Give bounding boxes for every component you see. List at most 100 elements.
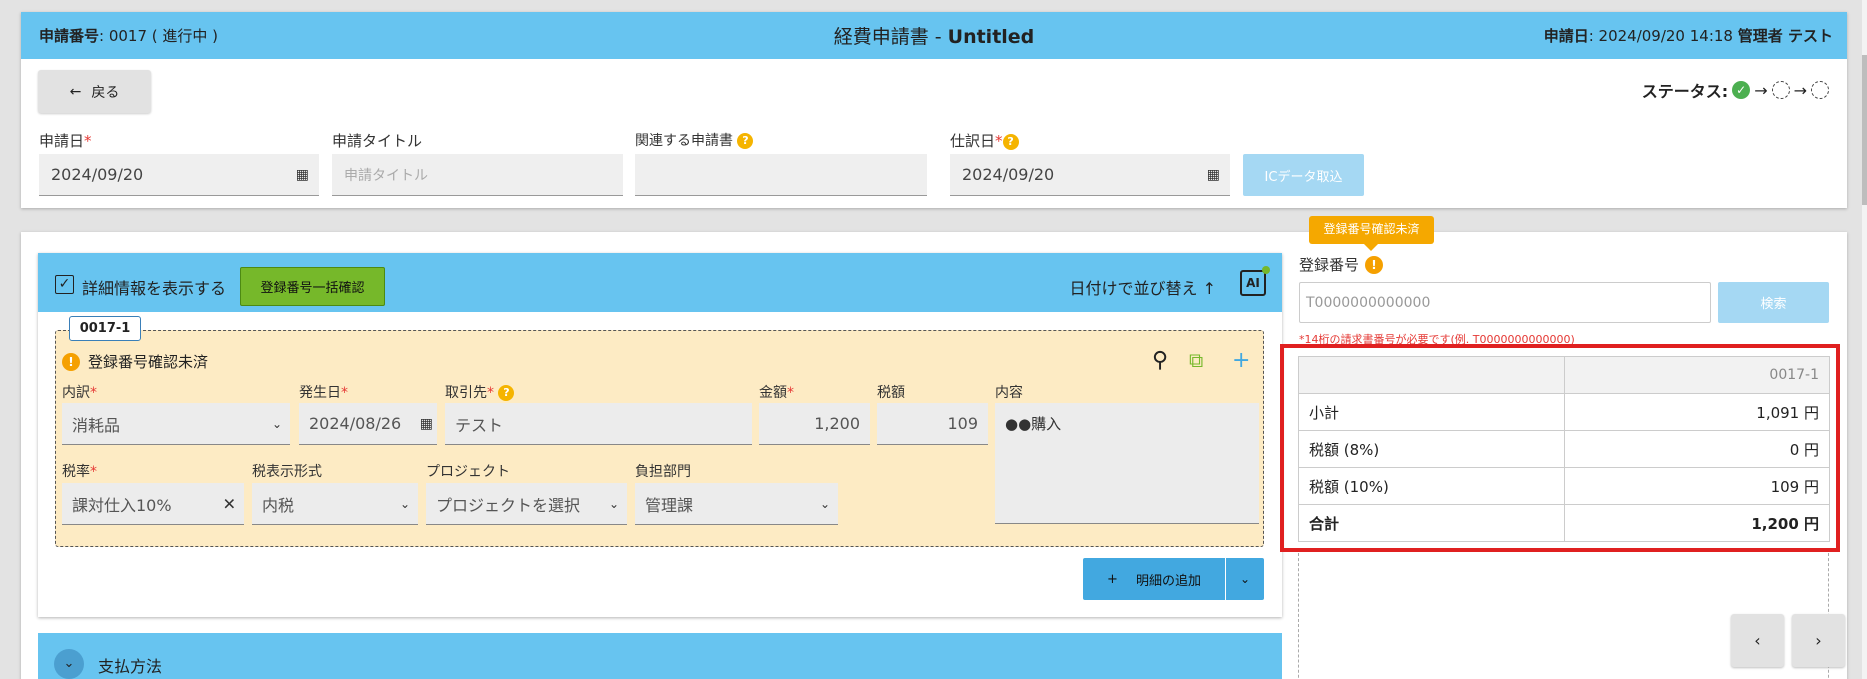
add-line-label: 明細の追加 bbox=[1135, 573, 1201, 589]
chevron-down-icon[interactable]: ⌄ bbox=[54, 649, 84, 679]
search-button[interactable]: 検索 bbox=[1718, 282, 1829, 323]
required-mark: * bbox=[90, 385, 97, 401]
sort-by-date-button[interactable]: 日付けで並び替え ↑ bbox=[1069, 275, 1216, 299]
next-button[interactable]: › bbox=[1792, 614, 1845, 667]
payment-method-label: 支払方法 bbox=[98, 657, 163, 676]
journal-date-label-text: 仕訳日 bbox=[950, 132, 996, 150]
occurrence-date-field[interactable]: 2024/08/26 ▦ bbox=[299, 403, 437, 445]
warning-icon[interactable]: ! bbox=[1365, 255, 1384, 274]
project-label: プロジェクト bbox=[426, 464, 510, 480]
ic-import-button[interactable]: ICデータ取込 bbox=[1243, 154, 1364, 196]
chevron-left-icon: ‹ bbox=[1754, 631, 1761, 650]
journal-date-label: 仕訳日*? bbox=[950, 130, 1019, 151]
tax-display-select[interactable]: 内税 ⌄ bbox=[252, 483, 418, 525]
department-select[interactable]: 管理課 ⌄ bbox=[635, 483, 838, 525]
journal-date-value: 2024/09/20 bbox=[962, 165, 1055, 184]
ai-icon[interactable]: AI bbox=[1240, 266, 1270, 296]
paperclip-icon[interactable]: ⚲ bbox=[1152, 348, 1168, 373]
apply-date-field[interactable]: 2024/09/20 ▦ bbox=[39, 154, 319, 196]
add-line-main[interactable]: + 明細の追加 bbox=[1083, 570, 1225, 589]
related-application-field[interactable] bbox=[635, 154, 927, 196]
line-item-warning: ! 登録番号確認未済 bbox=[62, 351, 208, 372]
required-mark: * bbox=[84, 132, 92, 150]
status-indicator: ステータス: ✓ → → bbox=[1642, 78, 1829, 102]
amount-value: 1,200 bbox=[814, 414, 860, 433]
content-value: ●●購入 bbox=[1005, 415, 1062, 433]
scrollbar-thumb[interactable] bbox=[1862, 55, 1867, 205]
project-select[interactable]: プロジェクトを選択 ⌄ bbox=[426, 483, 627, 525]
required-mark: * bbox=[487, 385, 494, 401]
registration-tooltip: 登録番号確認未済 bbox=[1309, 216, 1434, 251]
arrow-right-icon: → bbox=[1754, 80, 1768, 100]
back-button-label: 戻る bbox=[91, 84, 120, 101]
apply-date-label: 申請日* bbox=[39, 130, 92, 151]
occurrence-date-label: 発生日* bbox=[299, 382, 348, 402]
chevron-right-icon: › bbox=[1815, 631, 1822, 650]
category-value: 消耗品 bbox=[72, 415, 121, 435]
required-mark: * bbox=[995, 132, 1003, 150]
journal-date-field[interactable]: 2024/09/20 ▦ bbox=[950, 154, 1230, 196]
title-bar: 申請番号: 0017 ( 進行中 ) 経費申請書 - Untitled 申請日:… bbox=[21, 12, 1847, 59]
payment-method-section[interactable]: ⌄ 支払方法 bbox=[38, 633, 1282, 679]
tax-label: 税額 bbox=[877, 385, 905, 401]
show-detail-checkbox[interactable]: ✓ bbox=[55, 275, 74, 294]
show-detail-label[interactable]: 詳細情報を表示する bbox=[82, 275, 226, 299]
status-label: ステータス: bbox=[1641, 82, 1729, 101]
department-label: 負担部門 bbox=[635, 464, 691, 480]
tax-rate-select[interactable]: 課対仕入10% ✕ bbox=[62, 483, 244, 525]
sort-label: 日付けで並び替え bbox=[1069, 279, 1198, 298]
apply-date-label-text: 申請日 bbox=[39, 132, 85, 150]
page-title-name: Untitled bbox=[947, 26, 1035, 48]
category-select[interactable]: 消耗品 ⌄ bbox=[62, 403, 290, 445]
status-pending-icon bbox=[1771, 81, 1790, 99]
help-icon[interactable]: ? bbox=[737, 133, 754, 149]
plus-icon: + bbox=[1107, 571, 1118, 587]
arrow-left-icon: ← bbox=[69, 83, 82, 100]
back-button[interactable]: ← 戻る bbox=[38, 70, 151, 113]
required-mark: * bbox=[90, 464, 97, 480]
category-label-text: 内訳 bbox=[62, 385, 90, 401]
required-mark: * bbox=[787, 385, 794, 401]
apply-date-value: 2024/09/20 bbox=[51, 165, 144, 184]
title-placeholder: 申請タイトル bbox=[344, 167, 428, 184]
line-item-tag: 0017-1 bbox=[69, 316, 141, 341]
copy-icon[interactable]: ⧉ bbox=[1189, 348, 1203, 372]
required-mark: * bbox=[341, 385, 348, 401]
warning-icon: ! bbox=[62, 352, 80, 371]
calendar-icon[interactable]: ▦ bbox=[296, 167, 309, 183]
chevron-down-icon[interactable]: ⌄ bbox=[1226, 572, 1264, 586]
status-pending-icon bbox=[1811, 81, 1829, 99]
chevron-down-icon: ⌄ bbox=[399, 496, 410, 511]
title-label: 申請タイトル bbox=[332, 132, 423, 150]
tax-rate-value: 課対仕入10% bbox=[72, 495, 172, 515]
previous-button[interactable]: ‹ bbox=[1731, 614, 1784, 667]
vendor-label: 取引先* ? bbox=[445, 382, 515, 402]
page-title-prefix: 経費申請書 - bbox=[833, 26, 948, 48]
tax-display-value: 内税 bbox=[262, 495, 295, 515]
amount-label: 金額* bbox=[759, 382, 794, 402]
vendor-input[interactable]: テスト bbox=[445, 403, 752, 445]
registration-number-placeholder: T0000000000000 bbox=[1306, 294, 1431, 311]
project-value: プロジェクトを選択 bbox=[436, 495, 581, 515]
ai-icon-label: AI bbox=[1246, 276, 1260, 290]
add-line-button[interactable]: + 明細の追加 ⌄ bbox=[1083, 558, 1264, 600]
department-value: 管理課 bbox=[645, 495, 694, 515]
amount-input[interactable]: 1,200 bbox=[759, 403, 870, 445]
vendor-label-text: 取引先 bbox=[445, 385, 487, 401]
plus-icon[interactable]: + bbox=[1232, 348, 1250, 373]
close-icon[interactable]: ✕ bbox=[223, 494, 236, 513]
bulk-confirm-button[interactable]: 登録番号一括確認 bbox=[240, 267, 385, 306]
registration-number-input[interactable]: T0000000000000 bbox=[1299, 282, 1711, 323]
content-textarea[interactable]: ●●購入 bbox=[995, 403, 1259, 524]
scrollbar[interactable] bbox=[1862, 0, 1867, 679]
status-done-icon: ✓ bbox=[1732, 81, 1751, 99]
tax-value: 109 bbox=[947, 414, 978, 433]
calendar-icon[interactable]: ▦ bbox=[420, 416, 433, 432]
title-input[interactable]: 申請タイトル bbox=[332, 154, 623, 196]
user-name: 管理者 テスト bbox=[1737, 27, 1833, 45]
chevron-down-icon: ⌄ bbox=[608, 496, 619, 511]
help-icon[interactable]: ? bbox=[1002, 133, 1019, 150]
calendar-icon[interactable]: ▦ bbox=[1207, 167, 1220, 183]
tax-input[interactable]: 109 bbox=[877, 403, 988, 445]
help-icon[interactable]: ? bbox=[498, 385, 515, 401]
